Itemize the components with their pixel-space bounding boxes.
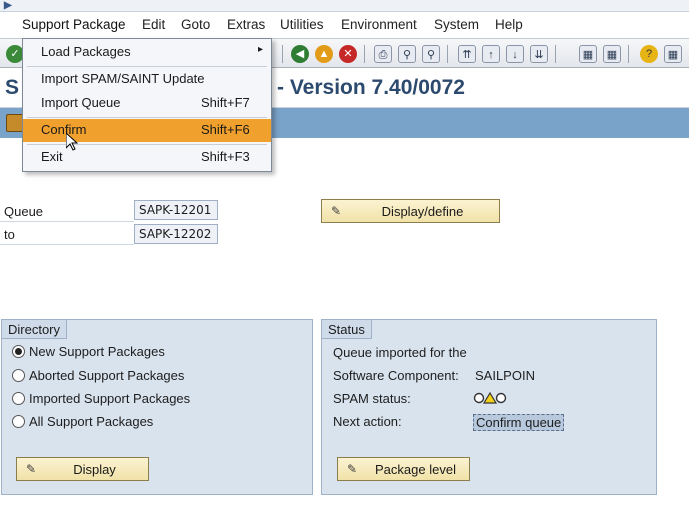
window-top-strip: ▶	[0, 0, 689, 12]
menu-separator	[27, 117, 267, 118]
radio-aborted-support-packages[interactable]: Aborted Support Packages	[12, 368, 184, 383]
package-level-label: Package level	[375, 461, 456, 477]
menu-separator	[27, 66, 267, 67]
radio-label: Aborted Support Packages	[29, 368, 185, 383]
next-action-label: Next action:	[333, 414, 402, 429]
queue-imported-text: Queue imported for the	[333, 345, 467, 360]
menu-extras[interactable]: Extras	[227, 17, 265, 32]
find-next-icon[interactable]: ⚲	[422, 45, 440, 63]
support-package-dropdown: Load Packages ▸ Import SPAM/SAINT Update…	[22, 38, 272, 172]
previous-page-icon[interactable]: ↑	[482, 45, 500, 63]
toolbar-separator	[555, 45, 556, 63]
glasses-icon: ✎	[330, 204, 342, 218]
glasses-icon: ✎	[25, 462, 37, 476]
menu-bar: Support Package Edit Goto Extras Utiliti…	[0, 12, 689, 38]
menu-environment[interactable]: Environment	[341, 17, 417, 32]
shortcut-icon[interactable]: ▦	[603, 45, 621, 63]
first-page-icon[interactable]: ⇈	[458, 45, 476, 63]
directory-group-title: Directory	[2, 320, 68, 339]
mouse-pointer-icon	[66, 133, 78, 151]
to-label: to	[4, 227, 15, 242]
menu-item-import-spam-saint-update[interactable]: Import SPAM/SAINT Update	[23, 68, 271, 91]
menu-item-label: Exit	[41, 149, 63, 164]
glasses-icon: ✎	[346, 462, 358, 476]
menu-item-label: Confirm	[41, 122, 87, 137]
print-icon[interactable]: ⎙	[374, 45, 392, 63]
page-title-start: S	[5, 76, 20, 99]
menu-help[interactable]: Help	[495, 17, 523, 32]
menu-item-shortcut: Shift+F3	[201, 149, 250, 164]
field-underline	[0, 244, 134, 245]
page-title: r - Version 7.40/0072	[263, 76, 465, 99]
next-action-value[interactable]: Confirm queue	[473, 414, 565, 431]
menu-separator	[27, 144, 267, 145]
software-component-value: SAILPOIN	[475, 368, 535, 383]
queue-label: Queue	[4, 204, 44, 219]
menu-item-shortcut: Shift+F6	[201, 122, 250, 137]
menu-edit[interactable]: Edit	[142, 17, 165, 32]
toolbar-separator	[282, 45, 283, 63]
next-page-icon[interactable]: ↓	[506, 45, 524, 63]
display-define-button[interactable]: ✎ Display/define	[321, 199, 500, 223]
status-group: Status Queue imported for the Software C…	[321, 319, 657, 495]
menu-goto[interactable]: Goto	[181, 17, 210, 32]
menu-system[interactable]: System	[434, 17, 479, 32]
radio-new-support-packages[interactable]: New Support Packages	[12, 344, 165, 359]
menu-utilities[interactable]: Utilities	[280, 17, 324, 32]
toolbar-separator	[628, 45, 629, 63]
radio-label: All Support Packages	[29, 414, 154, 429]
menu-item-confirm[interactable]: Confirm Shift+F6	[23, 119, 271, 142]
radio-button[interactable]	[12, 345, 25, 358]
cancel-icon[interactable]: ✕	[339, 45, 357, 63]
traffic-light-yellow-icon	[473, 391, 507, 408]
radio-button[interactable]	[12, 415, 25, 428]
display-button[interactable]: ✎ Display	[16, 457, 149, 481]
field-underline	[0, 221, 134, 222]
radio-button[interactable]	[12, 392, 25, 405]
radio-all-support-packages[interactable]: All Support Packages	[12, 414, 153, 429]
find-icon[interactable]: ⚲	[398, 45, 416, 63]
menu-item-label: Import Queue	[41, 95, 121, 110]
to-field[interactable]: SAPK-12202	[134, 224, 218, 244]
radio-label: New Support Packages	[29, 344, 165, 359]
display-button-label: Display	[73, 461, 116, 477]
sap-window-icon[interactable]: ▶	[4, 0, 12, 11]
menu-item-import-queue[interactable]: Import Queue Shift+F7	[23, 92, 271, 115]
package-level-button[interactable]: ✎ Package level	[337, 457, 470, 481]
menu-item-label: Load Packages	[41, 44, 131, 59]
radio-imported-support-packages[interactable]: Imported Support Packages	[12, 391, 190, 406]
queue-field[interactable]: SAPK-12201	[134, 200, 218, 220]
last-page-icon[interactable]: ⇊	[530, 45, 548, 63]
customize-layout-icon[interactable]: ▦	[664, 45, 682, 63]
toolbar-separator	[447, 45, 448, 63]
menu-support-package[interactable]: Support Package	[22, 17, 126, 32]
help-icon[interactable]: ?	[640, 45, 658, 63]
directory-group: Directory New Support Packages Aborted S…	[1, 319, 313, 495]
status-group-title: Status	[322, 320, 372, 339]
menu-item-exit[interactable]: Exit Shift+F3	[23, 146, 271, 169]
radio-label: Imported Support Packages	[29, 391, 191, 406]
menu-item-load-packages[interactable]: Load Packages ▸	[23, 41, 271, 64]
software-component-label: Software Component:	[333, 368, 459, 383]
display-define-label: Display/define	[381, 203, 464, 219]
menu-item-shortcut: Shift+F7	[201, 95, 250, 110]
new-session-icon[interactable]: ▦	[579, 45, 597, 63]
radio-button[interactable]	[12, 369, 25, 382]
back-icon[interactable]: ◀	[291, 45, 309, 63]
menu-item-label: Import SPAM/SAINT Update	[41, 71, 205, 86]
spam-status-label: SPAM status:	[333, 391, 411, 406]
exit-icon[interactable]: ▲	[315, 45, 333, 63]
toolbar-separator	[364, 45, 365, 63]
submenu-arrow-icon: ▸	[257, 44, 263, 55]
